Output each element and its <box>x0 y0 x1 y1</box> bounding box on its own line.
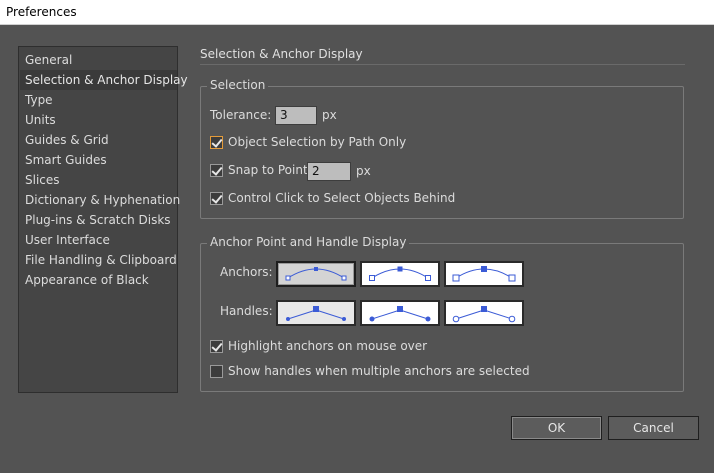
handle-style-large-button[interactable] <box>444 300 524 326</box>
window-title: Preferences <box>6 5 77 19</box>
snap-to-point-label[interactable]: Snap to Point <box>228 163 308 177</box>
sidebar-item-type[interactable]: Type <box>20 90 177 110</box>
anchor-style-medium-button[interactable] <box>360 261 440 287</box>
handle-style-large-icon <box>452 306 516 323</box>
sidebar-item-appearance-of-black[interactable]: Appearance of Black <box>20 270 177 290</box>
handle-style-medium-icon <box>369 306 431 322</box>
anchor-style-large-button[interactable] <box>444 261 524 287</box>
sidebar-item-general[interactable]: General <box>20 50 177 70</box>
anchor-style-medium-icon <box>369 266 431 281</box>
anchor-style-small-icon <box>285 267 347 281</box>
sidebar-item-plugins-scratch-disks[interactable]: Plug-ins & Scratch Disks <box>20 210 177 230</box>
show-handles-label[interactable]: Show handles when multiple anchors are s… <box>228 364 530 378</box>
section-title: Selection & Anchor Display <box>200 47 363 61</box>
handles-label: Handles: <box>220 304 273 318</box>
selection-group: Selection Tolerance: 3 px Object Selecti… <box>200 78 684 219</box>
sidebar-item-units[interactable]: Units <box>20 110 177 130</box>
show-handles-checkbox[interactable] <box>210 365 223 378</box>
snap-distance-unit: px <box>356 164 371 178</box>
selection-legend: Selection <box>207 78 269 92</box>
anchor-style-small-button[interactable] <box>276 261 356 287</box>
section-divider <box>200 64 685 65</box>
handle-style-small-button[interactable] <box>276 300 356 326</box>
cancel-button[interactable]: Cancel <box>608 416 699 440</box>
control-click-checkbox[interactable] <box>210 192 223 205</box>
sidebar-item-file-handling-clipboard[interactable]: File Handling & Clipboard <box>20 250 177 270</box>
sidebar-item-dictionary-hyphenation[interactable]: Dictionary & Hyphenation <box>20 190 180 210</box>
title-bar: Preferences <box>0 0 714 25</box>
category-list: General Selection & Anchor Display Type … <box>18 46 188 393</box>
control-click-label[interactable]: Control Click to Select Objects Behind <box>228 191 455 205</box>
sidebar-item-slices[interactable]: Slices <box>20 170 177 190</box>
snap-distance-input[interactable]: 2 <box>307 162 351 181</box>
object-selection-checkbox[interactable] <box>210 136 223 149</box>
tolerance-label: Tolerance: <box>210 108 272 122</box>
handle-style-medium-button[interactable] <box>360 300 440 326</box>
snap-to-point-checkbox[interactable] <box>210 164 223 177</box>
tolerance-input[interactable]: 3 <box>275 106 317 125</box>
ok-button[interactable]: OK <box>511 416 602 440</box>
object-selection-label[interactable]: Object Selection by Path Only <box>228 135 406 149</box>
handle-style-small-icon <box>286 306 346 321</box>
sidebar-item-user-interface[interactable]: User Interface <box>20 230 177 250</box>
tolerance-unit: px <box>322 108 337 122</box>
sidebar-item-guides-grid[interactable]: Guides & Grid <box>20 130 177 150</box>
sidebar-item-smart-guides[interactable]: Smart Guides <box>20 150 177 170</box>
highlight-anchors-label[interactable]: Highlight anchors on mouse over <box>228 339 427 353</box>
sidebar-item-selection-anchor-display[interactable]: Selection & Anchor Display <box>20 70 188 90</box>
anchor-handle-legend: Anchor Point and Handle Display <box>207 235 410 249</box>
highlight-anchors-checkbox[interactable] <box>210 340 223 353</box>
anchor-style-large-icon <box>452 266 516 282</box>
preferences-window: General Selection & Anchor Display Type … <box>0 25 714 473</box>
anchors-label: Anchors: <box>220 265 273 279</box>
anchor-handle-group: Anchor Point and Handle Display Anchors: <box>200 235 684 392</box>
